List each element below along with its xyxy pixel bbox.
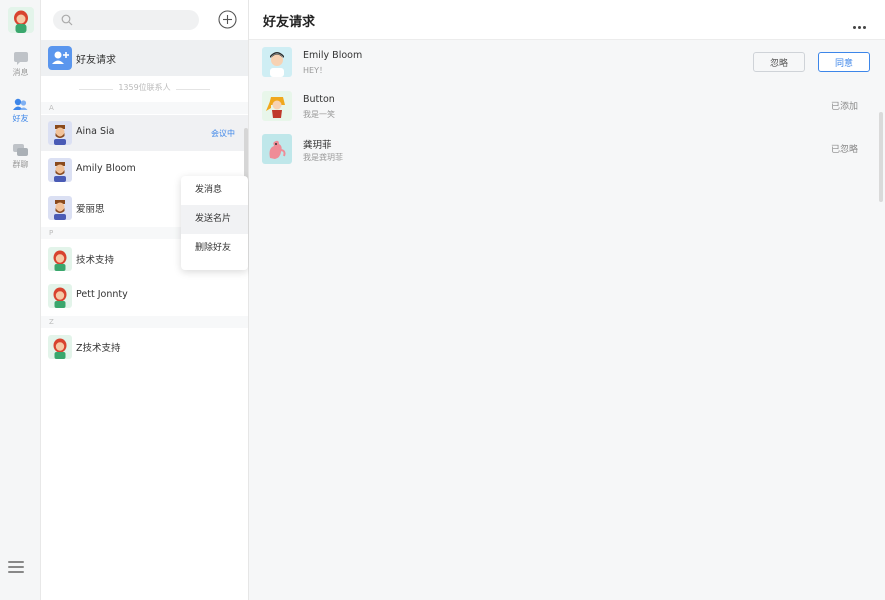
request-message: 我是龚玥菲 (303, 153, 343, 162)
page-title: 好友请求 (263, 15, 316, 30)
add-friend-icon (48, 46, 72, 70)
contacts-panel: 好友请求 1359位联系人 A Aina Sia 会议中 Amily Bloom… (41, 0, 249, 600)
search-input[interactable] (77, 11, 195, 29)
contact-context-menu: 发消息 发送名片 删除好友 (181, 176, 248, 270)
request-name: Emily Bloom (303, 50, 363, 61)
nav-messages[interactable]: 消息 (0, 52, 41, 78)
agree-button[interactable]: 同意 (818, 52, 870, 72)
avatar (48, 196, 72, 220)
request-item: 龚玥菲 我是龚玥菲 已忽略 (249, 127, 877, 171)
contact-name: 爱丽思 (76, 204, 105, 215)
menu-item-send-message[interactable]: 发消息 (181, 176, 248, 205)
ignore-button[interactable]: 忽略 (753, 52, 805, 72)
contact-item[interactable]: Pett Jonnty (41, 278, 248, 314)
contact-name: 技术支持 (76, 255, 115, 266)
avatar (262, 91, 292, 121)
main-scrollbar[interactable] (879, 112, 883, 202)
main-header: 好友请求 (249, 0, 885, 40)
nav-groups[interactable]: 群聊 (0, 144, 41, 170)
status-badge: 会议中 (211, 129, 235, 138)
group-icon (13, 144, 28, 156)
nav-friends-label: 好友 (12, 114, 29, 123)
friends-icon (13, 98, 28, 110)
left-rail: 消息 好友 群聊 (0, 0, 41, 600)
menu-icon[interactable] (8, 561, 24, 575)
menu-item-delete-friend[interactable]: 删除好友 (181, 234, 248, 263)
my-avatar[interactable] (8, 7, 34, 33)
menu-item-send-card[interactable]: 发送名片 (181, 205, 248, 234)
nav-friends[interactable]: 好友 (0, 98, 41, 124)
nav-groups-label: 群聊 (12, 160, 29, 169)
avatar (48, 121, 72, 145)
section-header-z: Z (41, 316, 248, 328)
request-status: 已添加 (830, 102, 858, 112)
contact-count: 1359位联系人 (41, 82, 248, 96)
avatar (48, 247, 72, 271)
more-icon[interactable] (853, 14, 871, 29)
nav-messages-label: 消息 (12, 68, 29, 77)
request-item: Emily Bloom HEY！ 忽略 同意 (249, 40, 877, 84)
contact-item[interactable]: Z技术支持 (41, 329, 248, 365)
contact-name: Z技术支持 (76, 343, 121, 354)
contact-name: Pett Jonnty (76, 289, 128, 300)
avatar (262, 47, 292, 77)
contact-name: Aina Sia (76, 126, 115, 137)
avatar (48, 158, 72, 182)
request-item: Button 我是一笑 已添加 (249, 84, 877, 128)
chat-icon (13, 52, 28, 65)
friend-requests-label: 好友请求 (76, 55, 116, 66)
contact-item[interactable]: Aina Sia 会议中 (41, 115, 248, 151)
contact-name: Amily Bloom (76, 163, 136, 174)
request-name: 龚玥菲 (303, 140, 332, 151)
section-header-a: A (41, 102, 248, 114)
avatar (48, 335, 72, 359)
main-pane: 好友请求 Emily Bloom HEY！ 忽略 同意 Button 我是一笑 … (249, 0, 885, 600)
request-status: 已忽略 (830, 145, 858, 155)
request-message: HEY！ (303, 66, 327, 75)
friend-requests-item[interactable]: 好友请求 (41, 40, 248, 76)
request-message: 我是一笑 (303, 110, 335, 119)
search-icon (61, 14, 73, 26)
avatar (262, 134, 292, 164)
avatar (48, 284, 72, 308)
request-name: Button (303, 94, 335, 105)
add-contact-icon[interactable] (218, 10, 237, 29)
